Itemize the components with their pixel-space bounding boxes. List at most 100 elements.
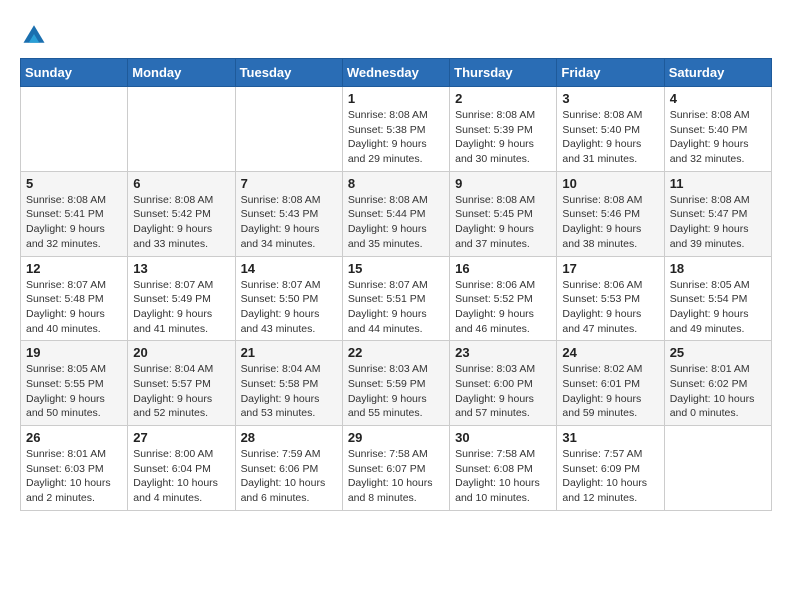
calendar-cell: 10 Sunrise: 8:08 AM Sunset: 5:46 PM Dayli… [557, 171, 664, 256]
calendar-cell: 22Sunrise: 8:03 AM Sunset: 5:59 PM Dayli… [342, 341, 449, 426]
day-number: 7 [241, 176, 337, 191]
day-info: Sunrise: 7:59 AM Sunset: 6:06 PM Dayligh… [241, 447, 337, 506]
calendar-day-header: Thursday [450, 59, 557, 87]
day-info: Sunrise: 8:06 AM Sunset: 5:53 PM Dayligh… [562, 278, 658, 337]
calendar-week-row: 1Sunrise: 8:08 AM Sunset: 5:38 PM Daylig… [21, 87, 772, 172]
calendar-cell: 18Sunrise: 8:05 AM Sunset: 5:54 PM Dayli… [664, 256, 771, 341]
day-number: 10 [562, 176, 658, 191]
calendar-day-header: Tuesday [235, 59, 342, 87]
day-info: Sunrise: 8:01 AM Sunset: 6:03 PM Dayligh… [26, 447, 122, 506]
day-number: 8 [348, 176, 444, 191]
day-info: Sunrise: 8:04 AM Sunset: 5:57 PM Dayligh… [133, 362, 229, 421]
day-info: Sunrise: 8:08 AM Sunset: 5:39 PM Dayligh… [455, 108, 551, 167]
calendar-cell [235, 87, 342, 172]
calendar-cell: 14 Sunrise: 8:07 AM Sunset: 5:50 PM Dayli… [235, 256, 342, 341]
day-info: Sunrise: 8:03 AM Sunset: 6:00 PM Dayligh… [455, 362, 551, 421]
calendar-cell [664, 426, 771, 511]
calendar-cell: 16 Sunrise: 8:06 AM Sunset: 5:52 PM Dayli… [450, 256, 557, 341]
day-info: Sunrise: 8:02 AM Sunset: 6:01 PM Dayligh… [562, 362, 658, 421]
day-number: 31 [562, 430, 658, 445]
calendar-day-header: Wednesday [342, 59, 449, 87]
day-number: 20 [133, 345, 229, 360]
day-number: 5 [26, 176, 122, 191]
day-number: 11 [670, 176, 766, 191]
calendar-cell: 26 Sunrise: 8:01 AM Sunset: 6:03 PM Dayli… [21, 426, 128, 511]
day-number: 14 [241, 261, 337, 276]
day-number: 26 [26, 430, 122, 445]
calendar-cell: 11 Sunrise: 8:08 AM Sunset: 5:47 PM Dayli… [664, 171, 771, 256]
day-number: 4 [670, 91, 766, 106]
day-info: Sunrise: 7:58 AM Sunset: 6:08 PM Dayligh… [455, 447, 551, 506]
calendar-cell [21, 87, 128, 172]
calendar-cell: 6 Sunrise: 8:08 AM Sunset: 5:42 PM Daylig… [128, 171, 235, 256]
day-info: Sunrise: 8:08 AM Sunset: 5:47 PM Dayligh… [670, 193, 766, 252]
calendar-cell: 20 Sunrise: 8:04 AM Sunset: 5:57 PM Dayli… [128, 341, 235, 426]
calendar-day-header: Monday [128, 59, 235, 87]
calendar-cell: 30 Sunrise: 7:58 AM Sunset: 6:08 PM Dayli… [450, 426, 557, 511]
calendar-cell: 5 Sunrise: 8:08 AM Sunset: 5:41 PM Daylig… [21, 171, 128, 256]
day-number: 16 [455, 261, 551, 276]
day-info: Sunrise: 8:01 AM Sunset: 6:02 PM Dayligh… [670, 362, 766, 421]
calendar-cell: 9 Sunrise: 8:08 AM Sunset: 5:45 PM Daylig… [450, 171, 557, 256]
calendar-cell: 13 Sunrise: 8:07 AM Sunset: 5:49 PM Dayli… [128, 256, 235, 341]
day-number: 3 [562, 91, 658, 106]
day-info: Sunrise: 8:08 AM Sunset: 5:42 PM Dayligh… [133, 193, 229, 252]
logo-icon [20, 20, 48, 48]
calendar-cell: 31 Sunrise: 7:57 AM Sunset: 6:09 PM Dayli… [557, 426, 664, 511]
day-number: 28 [241, 430, 337, 445]
calendar-cell: 27 Sunrise: 8:00 AM Sunset: 6:04 PM Dayli… [128, 426, 235, 511]
day-number: 6 [133, 176, 229, 191]
day-info: Sunrise: 8:05 AM Sunset: 5:55 PM Dayligh… [26, 362, 122, 421]
day-number: 18 [670, 261, 766, 276]
calendar-day-header: Sunday [21, 59, 128, 87]
calendar-cell: 25Sunrise: 8:01 AM Sunset: 6:02 PM Dayli… [664, 341, 771, 426]
day-number: 2 [455, 91, 551, 106]
day-info: Sunrise: 8:07 AM Sunset: 5:49 PM Dayligh… [133, 278, 229, 337]
calendar-cell [128, 87, 235, 172]
calendar-cell: 8Sunrise: 8:08 AM Sunset: 5:44 PM Daylig… [342, 171, 449, 256]
calendar-cell: 17 Sunrise: 8:06 AM Sunset: 5:53 PM Dayli… [557, 256, 664, 341]
day-info: Sunrise: 7:58 AM Sunset: 6:07 PM Dayligh… [348, 447, 444, 506]
header [20, 20, 772, 48]
calendar-header-row: SundayMondayTuesdayWednesdayThursdayFrid… [21, 59, 772, 87]
calendar-table: SundayMondayTuesdayWednesdayThursdayFrid… [20, 58, 772, 511]
day-info: Sunrise: 8:06 AM Sunset: 5:52 PM Dayligh… [455, 278, 551, 337]
day-number: 17 [562, 261, 658, 276]
day-info: Sunrise: 8:08 AM Sunset: 5:38 PM Dayligh… [348, 108, 444, 167]
day-number: 30 [455, 430, 551, 445]
day-info: Sunrise: 8:08 AM Sunset: 5:45 PM Dayligh… [455, 193, 551, 252]
day-info: Sunrise: 8:04 AM Sunset: 5:58 PM Dayligh… [241, 362, 337, 421]
calendar-cell: 24 Sunrise: 8:02 AM Sunset: 6:01 PM Dayli… [557, 341, 664, 426]
day-number: 23 [455, 345, 551, 360]
calendar-week-row: 19 Sunrise: 8:05 AM Sunset: 5:55 PM Dayli… [21, 341, 772, 426]
logo [20, 20, 52, 48]
calendar-cell: 19 Sunrise: 8:05 AM Sunset: 5:55 PM Dayli… [21, 341, 128, 426]
calendar-week-row: 26 Sunrise: 8:01 AM Sunset: 6:03 PM Dayli… [21, 426, 772, 511]
day-info: Sunrise: 8:08 AM Sunset: 5:41 PM Dayligh… [26, 193, 122, 252]
calendar-week-row: 5 Sunrise: 8:08 AM Sunset: 5:41 PM Daylig… [21, 171, 772, 256]
day-info: Sunrise: 8:07 AM Sunset: 5:48 PM Dayligh… [26, 278, 122, 337]
calendar-cell: 1Sunrise: 8:08 AM Sunset: 5:38 PM Daylig… [342, 87, 449, 172]
day-number: 13 [133, 261, 229, 276]
day-number: 15 [348, 261, 444, 276]
day-number: 19 [26, 345, 122, 360]
day-info: Sunrise: 7:57 AM Sunset: 6:09 PM Dayligh… [562, 447, 658, 506]
day-info: Sunrise: 8:08 AM Sunset: 5:46 PM Dayligh… [562, 193, 658, 252]
calendar-cell: 23 Sunrise: 8:03 AM Sunset: 6:00 PM Dayli… [450, 341, 557, 426]
day-number: 22 [348, 345, 444, 360]
day-info: Sunrise: 8:07 AM Sunset: 5:51 PM Dayligh… [348, 278, 444, 337]
day-info: Sunrise: 8:08 AM Sunset: 5:40 PM Dayligh… [562, 108, 658, 167]
day-number: 12 [26, 261, 122, 276]
day-info: Sunrise: 8:07 AM Sunset: 5:50 PM Dayligh… [241, 278, 337, 337]
day-number: 21 [241, 345, 337, 360]
day-info: Sunrise: 8:00 AM Sunset: 6:04 PM Dayligh… [133, 447, 229, 506]
day-info: Sunrise: 8:08 AM Sunset: 5:40 PM Dayligh… [670, 108, 766, 167]
day-number: 27 [133, 430, 229, 445]
day-info: Sunrise: 8:08 AM Sunset: 5:43 PM Dayligh… [241, 193, 337, 252]
calendar-cell: 3 Sunrise: 8:08 AM Sunset: 5:40 PM Daylig… [557, 87, 664, 172]
calendar-week-row: 12 Sunrise: 8:07 AM Sunset: 5:48 PM Dayli… [21, 256, 772, 341]
day-number: 29 [348, 430, 444, 445]
day-number: 24 [562, 345, 658, 360]
calendar-cell: 2 Sunrise: 8:08 AM Sunset: 5:39 PM Daylig… [450, 87, 557, 172]
day-number: 9 [455, 176, 551, 191]
